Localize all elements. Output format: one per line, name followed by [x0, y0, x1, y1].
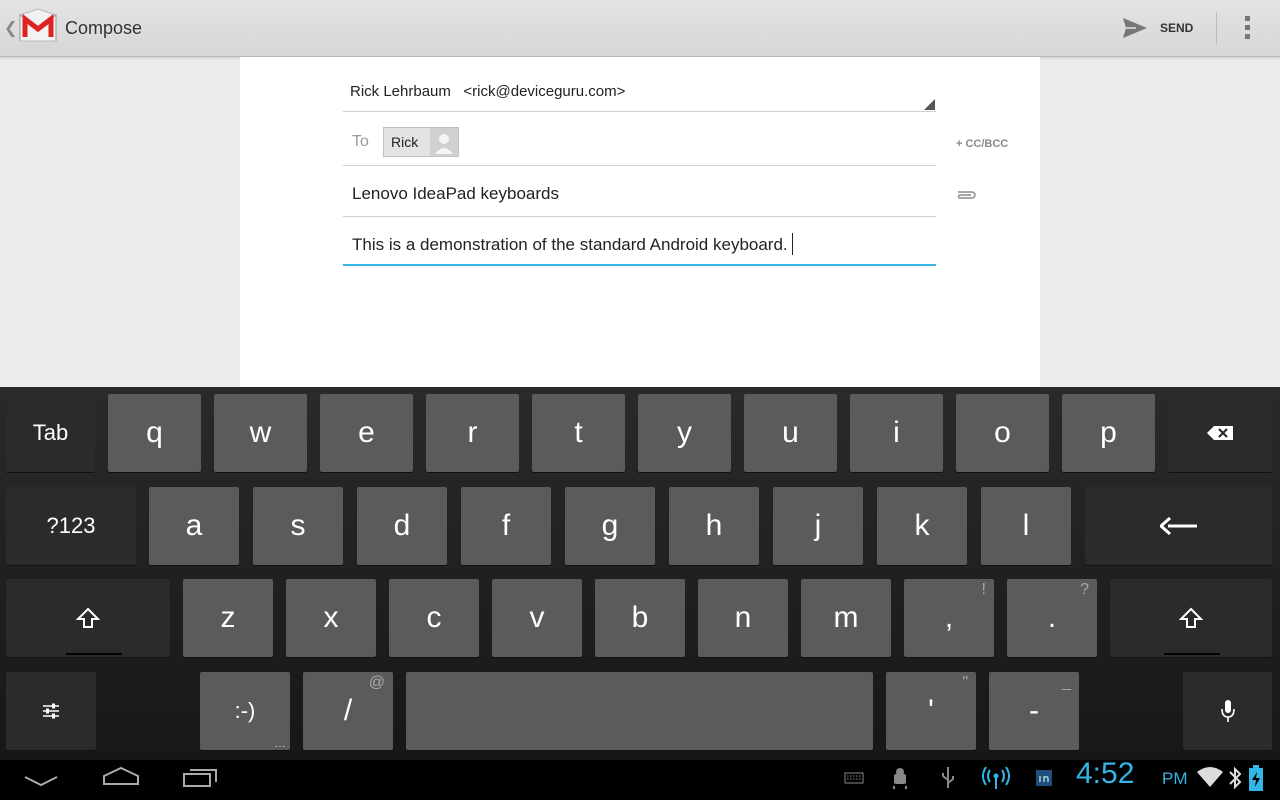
- key-a[interactable]: a: [149, 487, 239, 565]
- attach-paperclip-icon[interactable]: [954, 188, 978, 200]
- key-d[interactable]: d: [357, 487, 447, 565]
- settings-key[interactable]: [6, 672, 96, 750]
- key-x[interactable]: x: [286, 579, 376, 657]
- key-p[interactable]: p: [1062, 394, 1155, 472]
- key-n[interactable]: n: [698, 579, 788, 657]
- to-label: To: [352, 133, 369, 150]
- body-text: This is a demonstration of the standard …: [352, 235, 788, 254]
- key-r[interactable]: r: [426, 394, 519, 472]
- key-k[interactable]: k: [877, 487, 967, 565]
- slash-key[interactable]: / @: [303, 672, 393, 750]
- action-bar-divider: [1216, 12, 1217, 44]
- key-m[interactable]: m: [801, 579, 891, 657]
- key-j[interactable]: j: [773, 487, 863, 565]
- key-o[interactable]: o: [956, 394, 1049, 472]
- enter-icon: [1159, 517, 1197, 535]
- from-account-spinner[interactable]: Rick Lehrbaum <rick@deviceguru.com>: [350, 83, 625, 100]
- key-f[interactable]: f: [461, 487, 551, 565]
- recent-apps-icon[interactable]: [182, 766, 220, 788]
- microphone-icon: [1220, 700, 1235, 722]
- apostrophe-key[interactable]: ' ": [886, 672, 976, 750]
- key-w[interactable]: w: [214, 394, 307, 472]
- clock-ampm: PM: [1162, 769, 1188, 788]
- usb-icon: [942, 767, 954, 788]
- bluetooth-icon: [1229, 766, 1242, 790]
- send-icon: [1123, 18, 1147, 38]
- smiley-more-dots: …: [274, 736, 286, 750]
- shift-key-right[interactable]: [1110, 579, 1272, 657]
- linkedin-icon: [1036, 770, 1052, 786]
- comma-key[interactable]: ,!: [904, 579, 994, 657]
- up-chevron-icon[interactable]: ❮: [4, 18, 17, 38]
- overflow-menu-icon[interactable]: [1234, 12, 1262, 44]
- body-focus-underline: [343, 264, 936, 266]
- subject-field[interactable]: Lenovo IdeaPad keyboards: [352, 184, 559, 204]
- from-email: <rick@deviceguru.com>: [463, 83, 626, 100]
- keyboard-icon: [844, 772, 864, 784]
- symbols-key[interactable]: ?123: [6, 487, 136, 565]
- enter-key[interactable]: [1085, 487, 1272, 565]
- smiley-key[interactable]: :-)…: [200, 672, 290, 750]
- backspace-icon: [1207, 426, 1233, 440]
- recipient-chip[interactable]: Rick: [383, 127, 459, 157]
- key-g[interactable]: g: [565, 487, 655, 565]
- android-debug-icon: [893, 768, 907, 789]
- hyphen-key-hint: _: [1062, 674, 1071, 691]
- from-name: Rick Lehrbaum: [350, 83, 451, 100]
- key-i[interactable]: i: [850, 394, 943, 472]
- clock-time: 4:52: [1076, 757, 1135, 790]
- key-v[interactable]: v: [492, 579, 582, 657]
- send-label: SEND: [1160, 21, 1194, 35]
- tab-key[interactable]: Tab: [6, 394, 95, 472]
- period-key[interactable]: .?: [1007, 579, 1097, 657]
- shift-icon: [1179, 607, 1203, 628]
- key-c[interactable]: c: [389, 579, 479, 657]
- wifi-icon: [1197, 767, 1223, 787]
- compose-panel: Rick Lehrbaum <rick@deviceguru.com> To R…: [240, 57, 1040, 387]
- space-key[interactable]: [406, 672, 873, 750]
- cc-bcc-button[interactable]: + CC/BCC: [956, 138, 1008, 150]
- key-b[interactable]: b: [595, 579, 685, 657]
- shift-icon: [76, 607, 100, 628]
- voice-key[interactable]: [1183, 672, 1272, 750]
- settings-sliders-icon: [43, 703, 59, 719]
- contact-avatar-icon: [430, 128, 458, 156]
- key-l[interactable]: l: [981, 487, 1071, 565]
- apostrophe-key-hint: ": [962, 674, 968, 691]
- text-cursor: [791, 233, 793, 255]
- back-icon[interactable]: [24, 774, 58, 788]
- backspace-key[interactable]: [1168, 394, 1272, 472]
- app-title: Compose: [65, 18, 143, 38]
- subject-underline: [343, 216, 936, 217]
- key-y[interactable]: y: [638, 394, 731, 472]
- key-z[interactable]: z: [183, 579, 273, 657]
- soft-keyboard: Tab q w e r t y u i o p ?123 a s d f g h…: [0, 387, 1280, 760]
- battery-charging-icon: [1249, 765, 1263, 791]
- key-u[interactable]: u: [744, 394, 837, 472]
- spinner-arrow-icon[interactable]: [924, 99, 935, 110]
- key-t[interactable]: t: [532, 394, 625, 472]
- key-e[interactable]: e: [320, 394, 413, 472]
- body-field[interactable]: This is a demonstration of the standard …: [352, 233, 793, 255]
- home-icon[interactable]: [102, 766, 140, 786]
- send-button[interactable]: SEND: [1122, 8, 1222, 48]
- recipient-chip-label: Rick: [391, 134, 419, 150]
- action-bar: ❮ Compose SEND: [0, 0, 1280, 57]
- to-field-underline[interactable]: [343, 165, 936, 166]
- key-h[interactable]: h: [669, 487, 759, 565]
- period-key-hint: ?: [1080, 581, 1089, 598]
- system-bar: 4:52 PM: [0, 757, 1280, 800]
- hyphen-key[interactable]: - _: [989, 672, 1079, 750]
- key-s[interactable]: s: [253, 487, 343, 565]
- hotspot-icon: [982, 766, 1010, 789]
- slash-key-hint: @: [368, 674, 385, 691]
- key-q[interactable]: q: [108, 394, 201, 472]
- from-underline: [343, 111, 936, 112]
- gmail-logo-icon[interactable]: [17, 7, 59, 47]
- comma-key-hint: !: [981, 581, 986, 598]
- shift-key-left[interactable]: [6, 579, 170, 657]
